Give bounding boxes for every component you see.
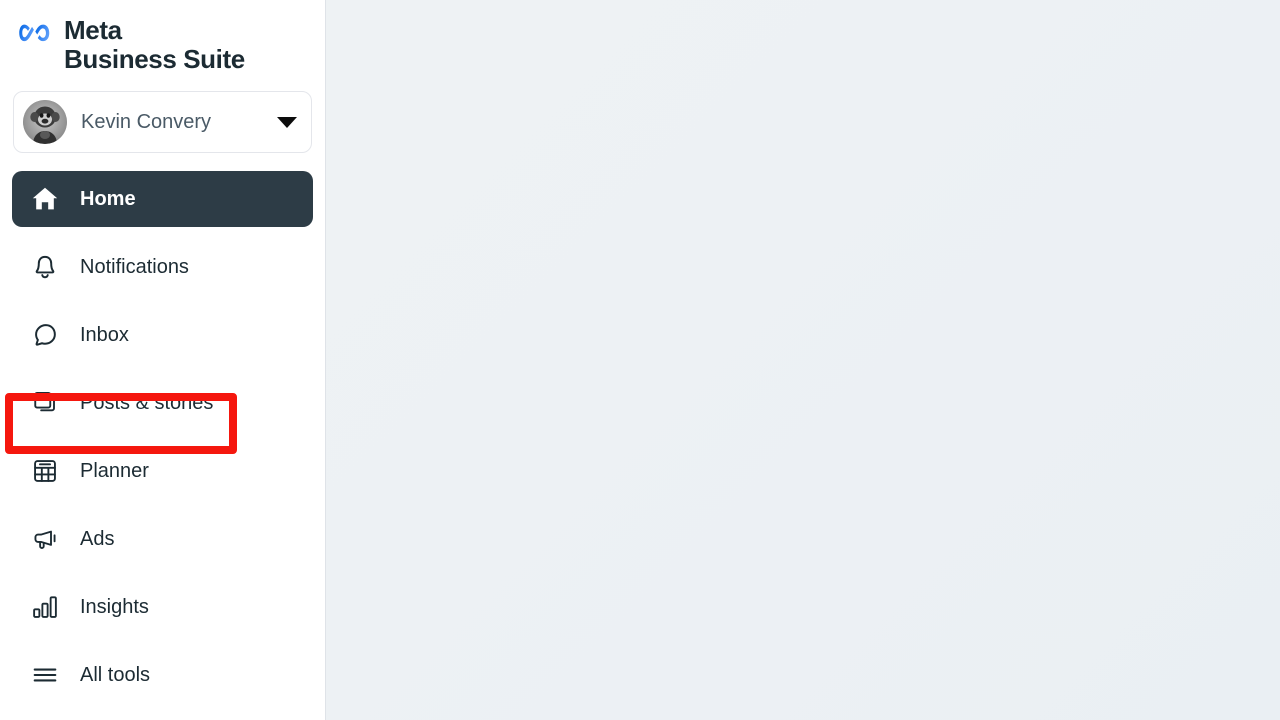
sidebar-item-label: Posts & stories xyxy=(80,391,214,414)
home-icon xyxy=(28,182,62,216)
sidebar-item-notifications[interactable]: Notifications xyxy=(12,239,313,295)
sidebar-item-inbox[interactable]: Inbox xyxy=(12,307,313,363)
brand-header: Meta Business Suite xyxy=(0,0,325,73)
sidebar-item-label: Inbox xyxy=(80,323,129,346)
sidebar: Meta Business Suite Kevin Convery Home N… xyxy=(0,0,326,720)
sidebar-item-label: Planner xyxy=(80,459,149,482)
sidebar-item-label: All tools xyxy=(80,663,151,686)
chat-bubble-icon xyxy=(28,318,62,352)
sidebar-item-label: Insights xyxy=(80,595,149,618)
brand-title-line2: Business Suite xyxy=(64,43,245,74)
avatar xyxy=(23,100,67,145)
brand-title-line1: Meta xyxy=(64,15,122,45)
bar-chart-icon xyxy=(28,590,62,624)
account-selector[interactable]: Kevin Convery xyxy=(13,91,312,154)
sidebar-nav: Home Notifications Inbox Posts & stories… xyxy=(0,171,325,703)
main-content-area xyxy=(326,0,1280,720)
meta-infinity-logo-icon xyxy=(18,19,56,47)
bell-icon xyxy=(28,250,62,284)
account-name: Kevin Convery xyxy=(81,110,212,133)
sidebar-item-all-tools[interactable]: All tools xyxy=(12,647,313,703)
sidebar-item-label: Ads xyxy=(80,527,115,550)
sidebar-item-ads[interactable]: Ads xyxy=(12,511,313,567)
sidebar-item-label: Home xyxy=(80,187,136,210)
calendar-grid-icon xyxy=(28,454,62,488)
megaphone-icon xyxy=(28,522,62,556)
sidebar-item-posts-and-stories[interactable]: Posts & stories xyxy=(12,375,313,431)
sidebar-item-planner[interactable]: Planner xyxy=(12,443,313,499)
sidebar-item-insights[interactable]: Insights xyxy=(12,579,313,635)
hamburger-menu-icon xyxy=(28,658,62,692)
chevron-down-icon[interactable] xyxy=(277,116,297,128)
stacked-cards-icon xyxy=(28,386,62,420)
sidebar-item-label: Notifications xyxy=(80,255,189,278)
brand-title: Meta Business Suite xyxy=(64,16,245,73)
sidebar-item-home[interactable]: Home xyxy=(12,171,313,228)
app-root: Meta Business Suite Kevin Convery Home N… xyxy=(0,0,1280,720)
